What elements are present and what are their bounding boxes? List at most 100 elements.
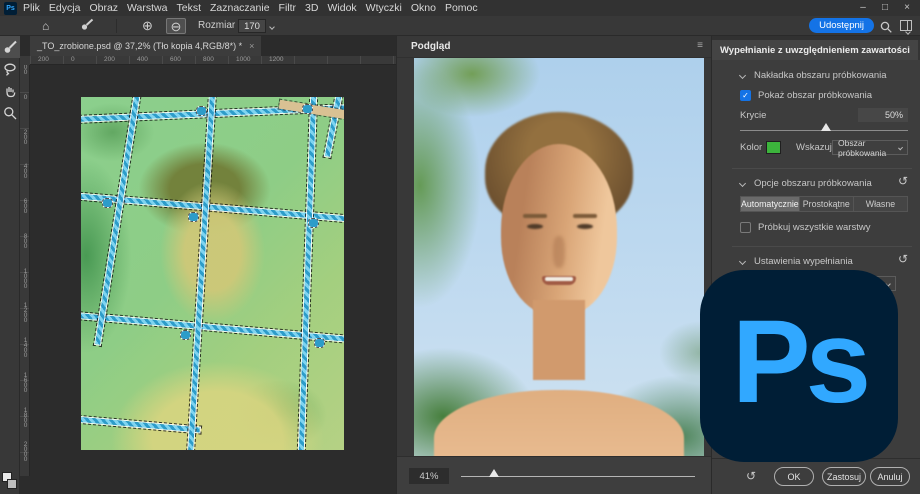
- net-knot: [189, 213, 198, 221]
- chevron-down-icon[interactable]: [269, 24, 275, 30]
- subtract-from-sample-icon[interactable]: ⊖: [166, 18, 186, 34]
- menu-item[interactable]: Tekst: [176, 2, 201, 14]
- photoshop-logo: Ps: [700, 270, 898, 462]
- size-label: Rozmiar: [198, 20, 235, 31]
- home-icon[interactable]: ⌂: [42, 20, 49, 32]
- button-custom[interactable]: Własne: [854, 196, 908, 212]
- ruler-tick-label: 600: [21, 198, 29, 233]
- checkbox-checked-icon[interactable]: ✓: [740, 90, 751, 101]
- preview-tab[interactable]: Podgląd: [411, 41, 450, 52]
- slider-thumb[interactable]: [821, 123, 831, 131]
- net-knot: [303, 105, 312, 113]
- document-tab[interactable]: _TO_zrobione.psd @ 37,2% (Tło kopia 4,RG…: [30, 36, 261, 56]
- app-logo-icon: Ps: [4, 2, 17, 15]
- tool-hand[interactable]: [0, 80, 20, 102]
- overlay-color-swatch[interactable]: [766, 141, 781, 154]
- preview-zoom-value[interactable]: 41%: [409, 468, 449, 484]
- net-knot: [315, 339, 324, 347]
- menu-item[interactable]: Warstwa: [127, 2, 167, 14]
- ruler-tick-label: 600: [170, 56, 203, 64]
- reset-all-icon[interactable]: ↺: [746, 469, 756, 483]
- options-bar: ⌂ ⊕ ⊖ Rozmiar 170 Udostępnij: [0, 16, 920, 36]
- ruler-tick-label: 1800: [21, 407, 29, 442]
- menu-item[interactable]: Pomoc: [445, 2, 478, 14]
- window-controls: – □ ×: [852, 0, 918, 15]
- add-to-sample-icon[interactable]: ⊕: [142, 19, 153, 32]
- indicates-label: Wskazuje: [796, 142, 837, 153]
- net-knot: [309, 219, 318, 227]
- divider: [732, 168, 912, 169]
- document-tab-title: _TO_zrobione.psd @ 37,2% (Tło kopia 4,RG…: [37, 41, 242, 51]
- section-title: Nakładka obszaru próbkowania: [754, 70, 887, 81]
- chevron-down-icon: [739, 180, 746, 187]
- ruler-corner: [20, 56, 30, 65]
- restore-icon[interactable]: □: [874, 0, 896, 15]
- chevron-down-icon: [739, 72, 746, 79]
- chevron-down-icon: [739, 258, 746, 265]
- preview-panel: Podgląd ≡ 41%: [396, 36, 712, 494]
- opacity-slider[interactable]: [740, 130, 908, 131]
- ruler-tick-label: 800: [21, 233, 29, 268]
- menu-item[interactable]: Edycja: [49, 2, 81, 14]
- show-sampling-area-row[interactable]: ✓ Pokaż obszar próbkowania: [740, 90, 872, 101]
- slider-thumb[interactable]: [489, 469, 499, 477]
- menu-item[interactable]: Plik: [23, 2, 40, 14]
- preview-subject-shoulders: [434, 390, 684, 456]
- size-input[interactable]: 170: [238, 19, 266, 33]
- dropdown-value: Obszar próbkowania: [838, 138, 899, 158]
- canvas-pasteboard[interactable]: [30, 65, 396, 494]
- indicates-dropdown[interactable]: Obszar próbkowania: [832, 140, 908, 155]
- section-overlay-header[interactable]: Nakładka obszaru próbkowania: [740, 70, 887, 81]
- menu-item[interactable]: 3D: [305, 2, 318, 14]
- net-strand: [95, 97, 140, 345]
- canvas-image[interactable]: [81, 97, 344, 450]
- button-automatic[interactable]: Automatycznie: [740, 196, 800, 212]
- panel-tab[interactable]: Wypełnianie z uwzględnieniem zawartości: [712, 40, 918, 60]
- preview-header: Podgląd ≡: [397, 36, 711, 58]
- section-fill-header[interactable]: Ustawienia wypełniania: [740, 256, 853, 267]
- menu-item[interactable]: Filtr: [279, 2, 297, 14]
- brush-preset-icon[interactable]: [80, 18, 94, 33]
- tool-zoom[interactable]: [0, 102, 20, 124]
- menu-item[interactable]: Zaznaczanie: [210, 2, 270, 14]
- menu-bar: Plik Edycja Obraz Warstwa Tekst Zaznaczanie Fi…: [23, 2, 478, 14]
- apply-button[interactable]: Zastosuj: [822, 467, 866, 486]
- menu-item[interactable]: Wtyczki: [366, 2, 402, 14]
- preview-zoom-bar: 41%: [397, 456, 711, 494]
- workspace-icon[interactable]: [900, 20, 912, 31]
- ruler-tick-label: 200: [38, 56, 71, 64]
- section-title: Opcje obszaru próbkowania: [754, 178, 872, 189]
- search-icon[interactable]: [880, 20, 892, 38]
- tool-lasso[interactable]: [0, 58, 20, 80]
- section-options-header[interactable]: Opcje obszaru próbkowania: [740, 178, 872, 189]
- reset-section-icon[interactable]: ↺: [898, 252, 908, 266]
- reset-section-icon[interactable]: ↺: [898, 174, 908, 188]
- tab-close-icon[interactable]: ×: [249, 41, 254, 51]
- net-strand: [299, 97, 317, 450]
- cancel-button[interactable]: Anuluj: [870, 467, 910, 486]
- share-button[interactable]: Udostępnij: [809, 18, 874, 33]
- sample-all-layers-row[interactable]: Próbkuj wszystkie warstwy: [740, 222, 870, 233]
- foreground-background-colors[interactable]: [2, 472, 18, 490]
- opacity-value-field[interactable]: 50%: [858, 108, 908, 122]
- menu-item[interactable]: Widok: [327, 2, 356, 14]
- button-rectangular[interactable]: Prostokątne: [800, 196, 854, 212]
- preview-subject-neck: [533, 300, 585, 380]
- minimize-icon[interactable]: –: [852, 0, 874, 15]
- preview-zoom-slider[interactable]: [461, 476, 695, 477]
- color-label: Kolor: [740, 142, 762, 153]
- menu-item[interactable]: Okno: [411, 2, 436, 14]
- tool-bar: [0, 36, 20, 494]
- menu-item[interactable]: Obraz: [89, 2, 118, 14]
- close-icon[interactable]: ×: [896, 0, 918, 15]
- panel-title: Wypełnianie z uwzględnieniem zawartości: [720, 45, 910, 56]
- tool-sampling-brush[interactable]: [0, 36, 20, 58]
- panel-menu-icon[interactable]: ≡: [697, 40, 703, 51]
- divider: [732, 246, 912, 247]
- checkbox-unchecked-icon[interactable]: [740, 222, 751, 233]
- ruler-tick-label: 1200: [21, 302, 29, 337]
- ok-button[interactable]: OK: [774, 467, 814, 486]
- panel-action-bar: ↺ OK Zastosuj Anuluj: [712, 458, 920, 494]
- background-color-swatch[interactable]: [7, 479, 17, 489]
- preview-image[interactable]: [414, 58, 704, 456]
